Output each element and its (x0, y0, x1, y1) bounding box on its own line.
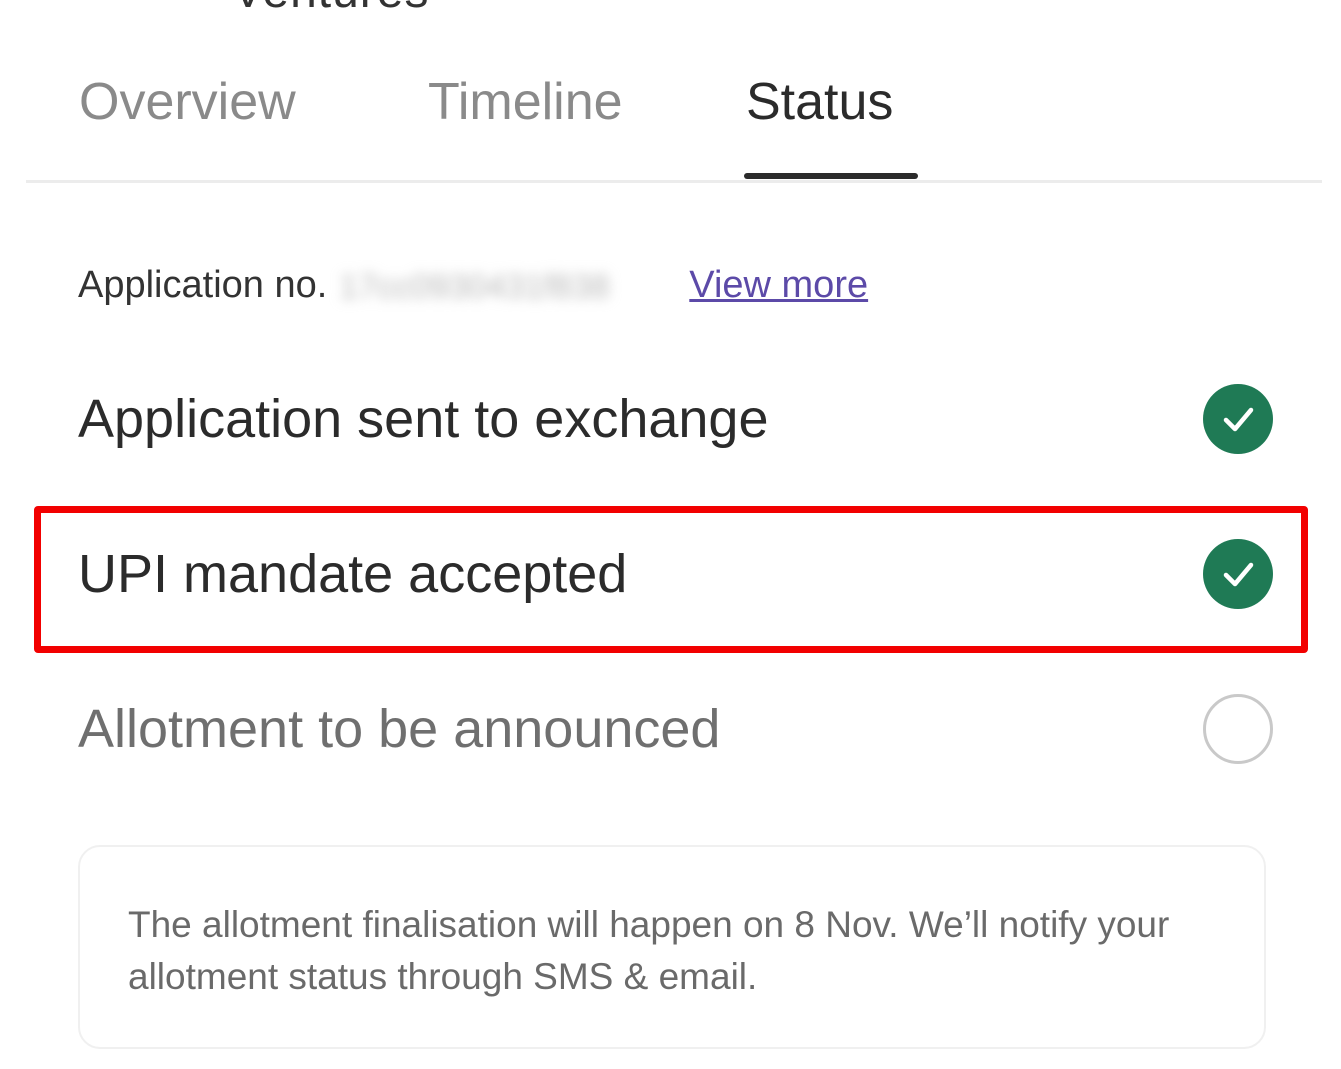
tab-status[interactable]: Status (746, 72, 893, 132)
step-label: Application sent to exchange (78, 389, 769, 449)
application-number-value: 17cc0930431f838 (339, 267, 610, 304)
active-tab-indicator (744, 173, 918, 179)
tab-bar: Overview Timeline Status (26, 0, 1322, 183)
info-card: The allotment finalisation will happen o… (78, 845, 1266, 1049)
info-text: The allotment finalisation will happen o… (128, 904, 1170, 997)
check-circle-icon (1203, 384, 1273, 454)
status-step-application-sent: Application sent to exchange (78, 382, 1273, 456)
check-circle-icon (1203, 539, 1273, 609)
application-number-row: Application no. 17cc0930431f838 View mor… (78, 264, 868, 307)
step-label: UPI mandate accepted (78, 544, 628, 604)
view-more-link[interactable]: View more (689, 264, 868, 307)
status-step-allotment: Allotment to be announced (78, 692, 1273, 766)
step-label: Allotment to be announced (78, 699, 721, 759)
status-step-upi-mandate: UPI mandate accepted (78, 537, 1273, 611)
tab-overview[interactable]: Overview (79, 72, 296, 132)
tab-timeline[interactable]: Timeline (428, 72, 623, 132)
application-number-label: Application no. (78, 264, 328, 306)
empty-circle-icon (1203, 694, 1273, 764)
